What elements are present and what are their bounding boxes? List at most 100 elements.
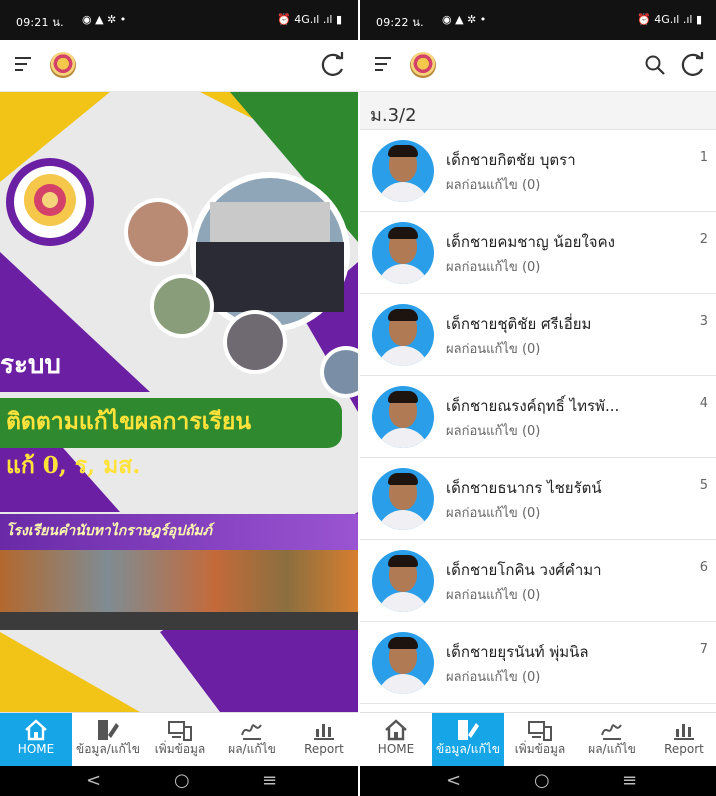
list-item[interactable]: เด็กชายธนากร ไชยรัตน์ ผลก่อนแก้ไข (0) 5: [360, 458, 716, 540]
nav-result-edit-label: ผล/แก้ไข: [588, 742, 636, 756]
banner-system-text: ระบบ: [0, 350, 61, 380]
student-number: 2: [699, 232, 708, 247]
avatar: [372, 632, 434, 694]
nav-add-data-label: เพิ่มข้อมูล: [514, 742, 566, 756]
banner-footer-bar: [0, 612, 358, 630]
student-name: เด็กชายยุรนันท์ พุ่มนิล: [446, 643, 589, 661]
status-time: 09:21 น.: [16, 16, 64, 29]
edit-data-icon: [458, 720, 479, 740]
app-bar: [360, 40, 716, 92]
report-chart-icon: [674, 724, 694, 740]
list-item[interactable]: เด็กชายกิตชัย บุตรา ผลก่อนแก้ไข (0) 1: [360, 130, 716, 212]
system-navigation: < ○ ≡: [0, 766, 358, 796]
home-button[interactable]: ○: [174, 770, 190, 791]
student-name: เด็กชายกิตชัย บุตรา: [446, 151, 576, 169]
class-section-header: ม.3/2: [360, 92, 716, 130]
student-name: เด็กชายคมชาญ น้อยใจคง: [446, 233, 615, 251]
avatar: [372, 468, 434, 530]
status-icons-left: ◉ ▲ ✲ •: [442, 13, 487, 26]
avatar: [372, 550, 434, 612]
nav-edit-data-label: ข้อมูล/แก้ไข: [76, 742, 140, 756]
student-result: ผลก่อนแก้ไข (0): [446, 178, 541, 193]
signature-icon: [241, 724, 262, 740]
home-icon: [25, 719, 47, 741]
home-button[interactable]: ○: [534, 770, 550, 791]
list-item[interactable]: เด็กชายโกคิน วงศ์คำมา ผลก่อนแก้ไข (0) 6: [360, 540, 716, 622]
nav-result-edit-label: ผล/แก้ไข: [228, 742, 276, 756]
status-icons-right: ⏰ 4G.ıl .ıl ▮: [637, 13, 702, 26]
home-icon: [385, 719, 407, 741]
student-number: 5: [699, 478, 708, 493]
devices-icon: [168, 721, 192, 741]
nav-home-label: HOME: [377, 742, 415, 756]
avatar: [372, 386, 434, 448]
list-item[interactable]: เด็กชายคมชาญ น้อยใจคง ผลก่อนแก้ไข (0) 2: [360, 212, 716, 294]
class-name: ม.3/2: [370, 105, 417, 126]
student-result: ผลก่อนแก้ไข (0): [446, 424, 541, 439]
status-bar: 09:21 น. ◉ ▲ ✲ • ⏰ 4G.ıl .ıl ▮: [0, 0, 358, 40]
student-name: เด็กชายชุติชัย ศรีเอี่ยม: [446, 315, 592, 333]
nav-report-label: Report: [664, 742, 704, 756]
student-number: 3: [699, 314, 708, 329]
back-button[interactable]: <: [86, 770, 101, 791]
app-bar: [0, 40, 358, 92]
school-logo: [50, 52, 76, 78]
banner-title: ติดตามแก้ไขผลการเรียน: [6, 408, 252, 435]
student-number: 1: [699, 150, 708, 165]
menu-icon[interactable]: [375, 57, 393, 73]
recents-button[interactable]: ≡: [262, 770, 277, 791]
nav-edit-data[interactable]: ข้อมูล/แก้ไข: [72, 713, 144, 767]
nav-add-data-label: เพิ่มข้อมูล: [154, 742, 206, 756]
student-name: เด็กชายธนากร ไชยรัตน์: [446, 479, 602, 497]
nav-result-edit[interactable]: ผล/แก้ไข: [576, 713, 648, 767]
student-number: 7: [699, 642, 708, 657]
status-time: 09:22 น.: [376, 16, 424, 29]
nav-edit-data-label: ข้อมูล/แก้ไข: [436, 742, 500, 756]
menu-icon[interactable]: [15, 57, 33, 73]
back-button[interactable]: <: [446, 770, 461, 791]
student-name: เด็กชายณรงค์ฤทธิ์ ไทรพั...: [446, 397, 620, 415]
nav-home[interactable]: HOME: [360, 713, 432, 767]
student-number: 4: [699, 396, 708, 411]
search-icon[interactable]: [644, 54, 666, 76]
nav-home-label: HOME: [17, 742, 55, 756]
refresh-icon[interactable]: [678, 50, 708, 80]
list-item[interactable]: เด็กชายชุติชัย ศรีเอี่ยม ผลก่อนแก้ไข (0)…: [360, 294, 716, 376]
nav-home[interactable]: HOME: [0, 713, 72, 767]
student-result: ผลก่อนแก้ไข (0): [446, 342, 541, 357]
nav-result-edit[interactable]: ผล/แก้ไข: [216, 713, 288, 767]
avatar: [372, 304, 434, 366]
banner-subtitle: แก้ 0, ร, มส.: [6, 452, 141, 479]
student-result: ผลก่อนแก้ไข (0): [446, 506, 541, 521]
nav-report[interactable]: Report: [288, 713, 358, 767]
report-chart-icon: [314, 724, 334, 740]
status-icons-right: ⏰ 4G.ıl .ıl ▮: [277, 13, 342, 26]
banner-school-name: โรงเรียนคำนับทาไกราษฎร์อุปถัมภ์: [6, 523, 213, 539]
devices-icon: [528, 721, 552, 741]
nav-add-data[interactable]: เพิ่มข้อมูล: [504, 713, 576, 767]
refresh-icon[interactable]: [318, 50, 348, 80]
student-result: ผลก่อนแก้ไข (0): [446, 260, 541, 275]
student-name: เด็กชายโกคิน วงศ์คำมา: [446, 561, 602, 579]
home-banner: ระบบ ติดตามแก้ไขผลการเรียน แก้ 0, ร, มส.…: [0, 92, 358, 712]
school-logo: [410, 52, 436, 78]
student-result: ผลก่อนแก้ไข (0): [446, 588, 541, 603]
status-bar: 09:22 น. ◉ ▲ ✲ • ⏰ 4G.ıl .ıl ▮: [360, 0, 716, 40]
bottom-navigation: HOME ข้อมูล/แก้ไข เพิ่มข้อมูล ผล/แก้ไข R…: [0, 712, 358, 767]
edit-data-icon: [98, 720, 119, 740]
recents-button[interactable]: ≡: [622, 770, 637, 791]
home-screen: 09:21 น. ◉ ▲ ✲ • ⏰ 4G.ıl .ıl ▮ ระบบ ติดต…: [0, 0, 358, 796]
list-item[interactable]: เด็กชายณรงค์ฤทธิ์ ไทรพั... ผลก่อนแก้ไข (…: [360, 376, 716, 458]
list-item[interactable]: เด็กชายยุรนันท์ พุ่มนิล ผลก่อนแก้ไข (0) …: [360, 622, 716, 704]
nav-add-data[interactable]: เพิ่มข้อมูล: [144, 713, 216, 767]
student-number: 6: [699, 560, 708, 575]
student-result: ผลก่อนแก้ไข (0): [446, 670, 541, 685]
nav-report-label: Report: [304, 742, 344, 756]
nav-edit-data[interactable]: ข้อมูล/แก้ไข: [432, 713, 504, 767]
signature-icon: [601, 724, 622, 740]
system-navigation: < ○ ≡: [360, 766, 716, 796]
nav-report[interactable]: Report: [648, 713, 716, 767]
student-list: เด็กชายกิตชัย บุตรา ผลก่อนแก้ไข (0) 1 เด…: [360, 130, 716, 710]
status-icons-left: ◉ ▲ ✲ •: [82, 13, 127, 26]
bottom-navigation: HOME ข้อมูล/แก้ไข เพิ่มข้อมูล ผล/แก้ไข R…: [360, 712, 716, 767]
